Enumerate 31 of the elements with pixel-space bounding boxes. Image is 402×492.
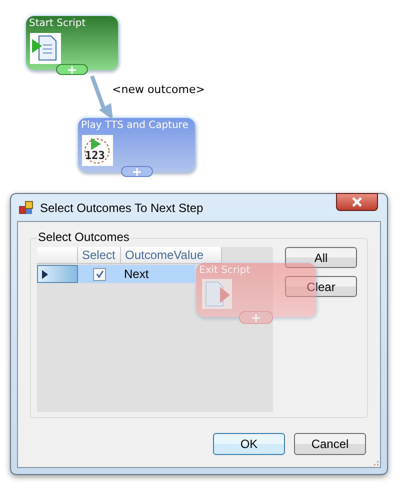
node-title: Exit Script	[199, 265, 250, 276]
add-outcome-button[interactable]	[56, 64, 88, 75]
plus-icon	[67, 64, 77, 74]
plus-icon	[251, 312, 261, 322]
column-header[interactable]: OutcomeValue	[121, 247, 222, 264]
document-play-icon	[30, 33, 61, 64]
row-header-corner	[37, 247, 78, 264]
column-header[interactable]: Select	[78, 247, 121, 264]
dialog-button[interactable]: All	[285, 247, 357, 268]
add-outcome-button[interactable]	[120, 166, 152, 177]
dialog-button[interactable]: Cancel	[294, 433, 366, 455]
app-icon	[19, 200, 33, 214]
flow-node[interactable]: Play TTS and Capture 123	[78, 118, 195, 172]
plus-icon	[132, 166, 142, 176]
checkbox[interactable]	[93, 268, 106, 280]
node-title: Play TTS and Capture	[81, 120, 188, 131]
connector-label: <new outcome>	[112, 83, 205, 96]
close-button[interactable]	[336, 193, 378, 211]
window-title: Select Outcomes To Next Step	[40, 200, 204, 214]
node-title: Start Script	[29, 18, 86, 29]
dialog-button[interactable]: OK	[213, 433, 285, 455]
play-counter-icon: 123	[82, 135, 113, 166]
dialog-button[interactable]: Clear	[285, 276, 357, 297]
flow-node[interactable]: Start Script	[26, 16, 118, 70]
document-stop-icon	[202, 279, 232, 309]
close-icon	[351, 197, 363, 207]
table-cell-text: Next	[124, 266, 149, 283]
resize-grip-icon[interactable]	[371, 458, 379, 466]
current-row-icon	[42, 270, 48, 278]
grid-row[interactable]: Next	[37, 265, 195, 283]
group-label: Select Outcomes	[37, 230, 130, 244]
